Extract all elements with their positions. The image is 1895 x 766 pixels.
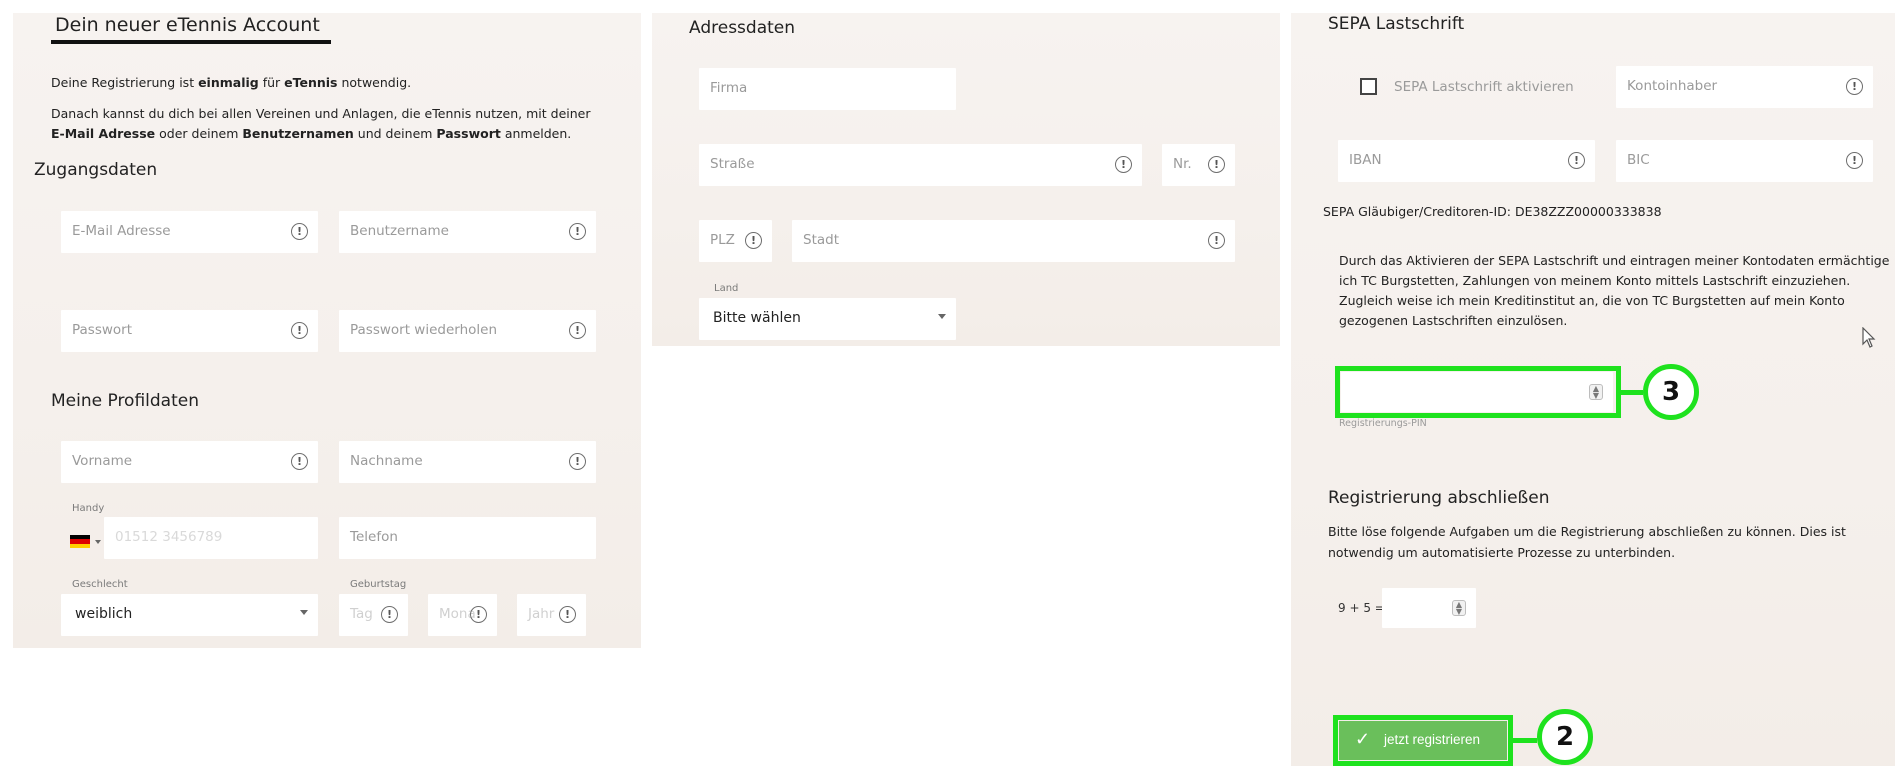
submit-connector-line — [1513, 738, 1537, 743]
pin-connector-line — [1621, 390, 1643, 395]
info-icon: ! — [745, 232, 762, 249]
account-holder-field[interactable]: Kontoinhaber ! — [1616, 66, 1873, 108]
bic-field[interactable]: BIC ! — [1616, 140, 1873, 182]
firstname-field[interactable]: Vorname ! — [61, 441, 318, 483]
finish-text-1: Bitte löse folgende Aufgaben um die Regi… — [1328, 524, 1846, 539]
mouse-cursor-icon — [1862, 327, 1876, 348]
account-title: Dein neuer eTennis Account — [55, 14, 320, 36]
username-field[interactable]: Benutzername ! — [339, 211, 596, 253]
iban-field[interactable]: IBAN ! — [1338, 140, 1595, 182]
chevron-down-icon — [300, 610, 308, 615]
street-field[interactable]: Straße ! — [699, 144, 1142, 186]
gender-select[interactable]: weiblich — [61, 594, 318, 636]
phone-field[interactable]: Telefon — [339, 517, 596, 559]
mandate-text-2: ich TC Burgstetten, Zahlungen von meinem… — [1339, 273, 1851, 288]
step-badge-3: 3 — [1643, 364, 1699, 420]
mandate-text-3: Zugleich weise ich mein Kreditinstitut a… — [1339, 293, 1845, 308]
info-icon: ! — [569, 223, 586, 240]
captcha-input[interactable]: ▲ ▼ — [1382, 588, 1476, 628]
birth-day-field[interactable]: Tag ! — [339, 594, 408, 636]
company-field[interactable]: Firma — [699, 68, 956, 110]
info-icon: ! — [569, 322, 586, 339]
title-underline — [51, 40, 331, 44]
pin-label: Registrierungs-PIN — [1339, 418, 1427, 429]
house-number-field[interactable]: Nr. ! — [1162, 144, 1235, 186]
creditor-id: SEPA Gläubiger/Creditoren-ID: DE38ZZZ000… — [1323, 204, 1662, 219]
password-field[interactable]: Passwort ! — [61, 310, 318, 352]
info-icon: ! — [291, 453, 308, 470]
finish-heading: Registrierung abschließen — [1328, 488, 1550, 508]
info-icon: ! — [1208, 232, 1225, 249]
submit-highlight-box — [1333, 715, 1513, 766]
chevron-down-icon — [938, 314, 946, 319]
country-code-caret-icon[interactable] — [95, 540, 101, 544]
intro-text-1: Deine Registrierung ist einmalig für eTe… — [51, 75, 412, 90]
password-repeat-field[interactable]: Passwort wiederholen ! — [339, 310, 596, 352]
info-icon: ! — [559, 606, 576, 623]
finish-text-2: notwendig um automatisierte Prozesse zu … — [1328, 545, 1676, 560]
sepa-heading: SEPA Lastschrift — [1328, 14, 1465, 34]
birth-year-field[interactable]: Jahr ! — [517, 594, 586, 636]
step-badge-2: 2 — [1537, 709, 1593, 765]
email-field[interactable]: E-Mail Adresse ! — [61, 211, 318, 253]
mandate-text-1: Durch das Aktivieren der SEPA Lastschrif… — [1339, 253, 1890, 268]
info-icon: ! — [470, 606, 487, 623]
mobile-label: Handy — [72, 503, 105, 514]
birthday-label: Geburtstag — [350, 579, 407, 590]
info-icon: ! — [569, 453, 586, 470]
german-flag-icon[interactable] — [70, 535, 90, 548]
sepa-activate-checkbox[interactable] — [1360, 78, 1377, 95]
info-icon: ! — [1846, 152, 1863, 169]
profile-heading: Meine Profildaten — [51, 391, 199, 411]
sepa-activate-label: SEPA Lastschrift aktivieren — [1394, 79, 1574, 95]
access-heading: Zugangsdaten — [34, 160, 158, 180]
city-field[interactable]: Stadt ! — [792, 220, 1235, 262]
info-icon: ! — [1208, 156, 1225, 173]
pin-highlight-box — [1335, 366, 1621, 418]
intro-text-2: Danach kannst du dich bei allen Vereinen… — [51, 106, 591, 121]
zip-field[interactable]: PLZ ! — [699, 220, 772, 262]
address-heading: Adressdaten — [689, 18, 796, 38]
captcha-question: 9 + 5 = — [1338, 601, 1385, 615]
info-icon: ! — [1846, 78, 1863, 95]
country-label: Land — [714, 283, 739, 294]
country-select[interactable]: Bitte wählen — [699, 298, 956, 340]
birth-month-field[interactable]: Mona ! — [428, 594, 497, 636]
info-icon: ! — [1568, 152, 1585, 169]
info-icon: ! — [381, 606, 398, 623]
gender-label: Geschlecht — [72, 579, 128, 590]
info-icon: ! — [291, 322, 308, 339]
info-icon: ! — [1115, 156, 1132, 173]
info-icon: ! — [291, 223, 308, 240]
lastname-field[interactable]: Nachname ! — [339, 441, 596, 483]
intro-text-3: E-Mail Adresse oder deinem Benutzernamen… — [51, 126, 572, 141]
mobile-field[interactable]: 01512 3456789 — [104, 517, 318, 559]
mandate-text-4: gezogenen Lastschriften einzulösen. — [1339, 313, 1568, 328]
spinner-icon[interactable]: ▲ ▼ — [1452, 600, 1466, 616]
